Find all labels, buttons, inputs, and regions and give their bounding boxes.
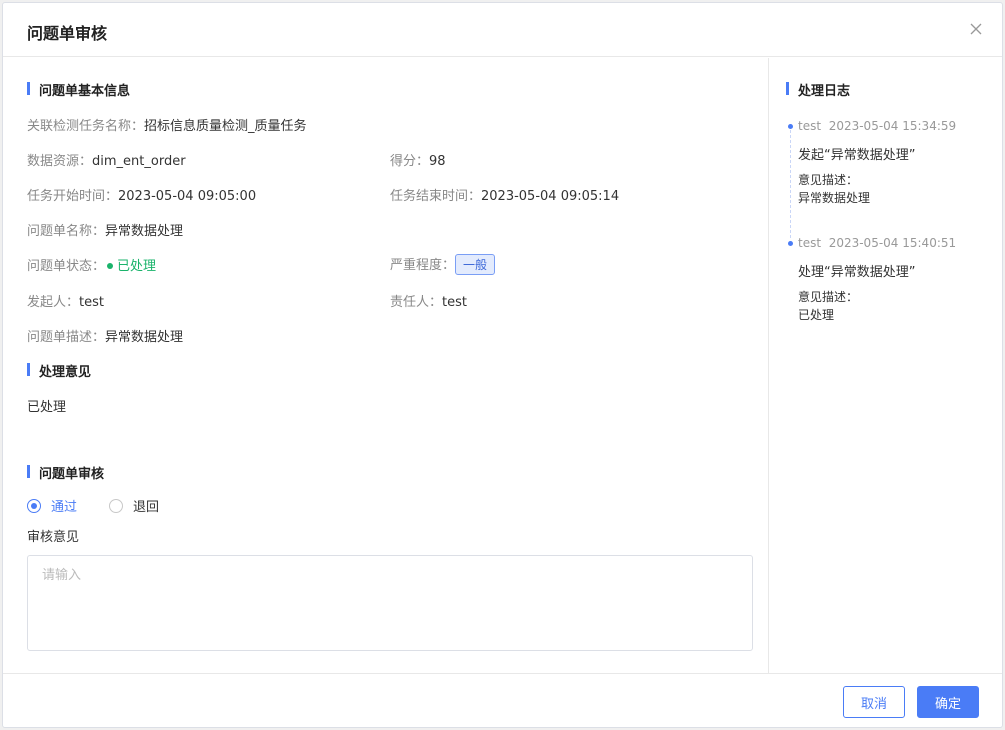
radio-return-label[interactable]: 退回	[133, 496, 159, 515]
log-action: 处理“异常数据处理”	[798, 265, 916, 280]
score-label: 得分：	[390, 154, 430, 169]
initiator-field: 发起人：test	[27, 291, 104, 310]
severity-tag: 一般	[455, 254, 496, 275]
left-panel: 问题单基本信息 关联检测任务名称：招标信息质量检测_质量任务 数据资源：dim_…	[3, 58, 769, 673]
initiator-label: 发起人：	[27, 295, 80, 310]
radio-approve[interactable]: 通过	[27, 496, 77, 515]
comment-textarea[interactable]	[27, 555, 753, 651]
log-entry: test 2023-05-04 15:40:51 处理“异常数据处理” 意见描述…	[788, 235, 990, 335]
end-time-field: 任务结束时间：2023-05-04 09:05:14	[390, 185, 619, 204]
log-desc: 异常数据处理	[798, 191, 871, 205]
issue-status-value: 已处理	[117, 259, 157, 274]
resource-label: 数据资源：	[27, 154, 93, 169]
cancel-button[interactable]: 取消	[843, 686, 905, 718]
severity-field: 严重程度： 一般	[390, 254, 496, 275]
basic-info-section-title: 问题单基本信息	[27, 80, 130, 99]
issue-desc-field: 问题单描述：异常数据处理	[27, 326, 183, 345]
issue-desc-value: 异常数据处理	[105, 330, 184, 345]
dialog-title: 问题单审核	[27, 24, 108, 43]
log-entry: test 2023-05-04 15:34:59 发起“异常数据处理” 意见描述…	[788, 118, 990, 238]
end-time-label: 任务结束时间：	[390, 189, 482, 204]
end-time-value: 2023-05-04 09:05:14	[481, 189, 620, 204]
task-name-field: 关联检测任务名称：招标信息质量检测_质量任务	[27, 115, 307, 134]
log-time: 2023-05-04 15:40:51	[828, 236, 957, 250]
initiator-value: test	[79, 295, 104, 310]
task-name-label: 关联检测任务名称：	[27, 119, 145, 134]
opinion-section-title: 处理意见	[27, 361, 91, 380]
owner-value: test	[442, 295, 467, 310]
log-user: test	[798, 119, 822, 133]
log-desc-label: 意见描述：	[798, 173, 859, 187]
score-field: 得分：98	[390, 150, 446, 169]
issue-name-field: 问题单名称：异常数据处理	[27, 220, 183, 239]
dialog-footer: 取消 确定	[3, 673, 1002, 728]
resource-field: 数据资源：dim_ent_order	[27, 150, 186, 169]
log-desc-label: 意见描述：	[798, 290, 859, 304]
timeline-dot-icon	[788, 241, 793, 246]
close-icon[interactable]	[966, 19, 986, 39]
log-panel: 处理日志 test 2023-05-04 15:34:59 发起“异常数据处理”…	[770, 58, 1002, 673]
log-entry-header: test 2023-05-04 15:34:59	[798, 119, 956, 133]
radio-return-circle[interactable]	[109, 498, 123, 513]
start-time-field: 任务开始时间：2023-05-04 09:05:00	[27, 185, 256, 204]
log-user: test	[798, 236, 822, 250]
review-section-title: 问题单审核	[27, 463, 104, 482]
radio-approve-circle[interactable]	[27, 498, 41, 513]
resource-value: dim_ent_order	[92, 154, 186, 169]
confirm-button[interactable]: 确定	[917, 686, 979, 718]
issue-desc-label: 问题单描述：	[27, 330, 106, 345]
log-desc: 已处理	[798, 308, 835, 322]
owner-field: 责任人：test	[390, 291, 467, 310]
issue-status-label: 问题单状态：	[27, 259, 106, 274]
log-entry-header: test 2023-05-04 15:40:51	[798, 236, 956, 250]
score-value: 98	[429, 154, 446, 169]
log-time: 2023-05-04 15:34:59	[828, 119, 957, 133]
dialog-header: 问题单审核	[3, 3, 1002, 57]
issue-status-field: 问题单状态： 已处理	[27, 255, 156, 274]
owner-label: 责任人：	[390, 295, 443, 310]
dialog-body: 问题单基本信息 关联检测任务名称：招标信息质量检测_质量任务 数据资源：dim_…	[3, 58, 1002, 673]
task-name-value: 招标信息质量检测_质量任务	[144, 119, 307, 134]
status-dot-icon	[107, 263, 114, 269]
timeline-line	[790, 130, 791, 238]
log-section-title: 处理日志	[786, 80, 850, 99]
issue-name-label: 问题单名称：	[27, 224, 106, 239]
radio-return[interactable]: 退回	[109, 496, 159, 515]
review-dialog: 问题单审核 问题单基本信息 关联检测任务名称：招标信息质量检测_质量任务 数据资…	[2, 2, 1003, 728]
severity-label: 严重程度：	[390, 258, 456, 273]
timeline-dot-icon	[788, 124, 793, 129]
radio-approve-label[interactable]: 通过	[51, 496, 77, 515]
start-time-label: 任务开始时间：	[27, 189, 119, 204]
start-time-value: 2023-05-04 09:05:00	[118, 189, 257, 204]
comment-label: 审核意见	[27, 530, 80, 545]
opinion-text: 已处理	[27, 400, 67, 415]
issue-name-value: 异常数据处理	[105, 224, 184, 239]
log-action: 发起“异常数据处理”	[798, 148, 916, 163]
